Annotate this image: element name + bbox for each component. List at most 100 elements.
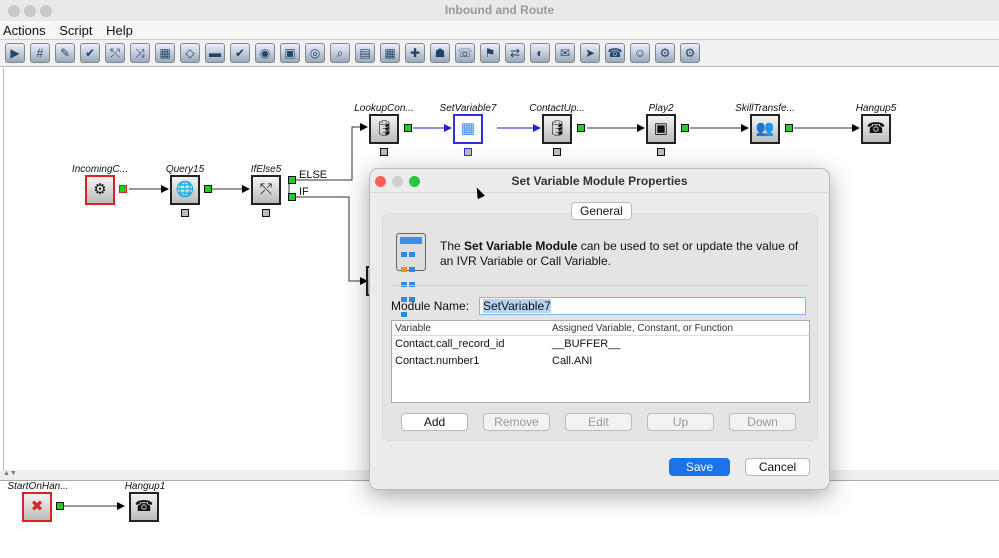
agents-icon[interactable]: ☗ — [430, 43, 450, 63]
output-port[interactable] — [577, 124, 585, 132]
if-label: IF — [299, 186, 309, 198]
node-label: LookupCon... — [354, 103, 414, 114]
hangup-node[interactable]: ☎ — [129, 492, 159, 522]
menu-script[interactable]: Script — [56, 21, 99, 38]
menu-actions[interactable]: Actions — [0, 21, 53, 38]
if-else-icon[interactable]: ⤲ — [105, 43, 125, 63]
input-icon[interactable]: ✎ — [55, 43, 75, 63]
calendar-icon[interactable]: ▦ — [380, 43, 400, 63]
start-on-hangup-node[interactable]: ✖ — [22, 492, 52, 522]
query-node[interactable]: 🌐 — [170, 175, 200, 205]
node-label: Query15 — [165, 164, 205, 175]
play-icon[interactable]: ▶ — [5, 43, 25, 63]
output-port[interactable] — [404, 124, 412, 132]
column-header[interactable]: Variable — [395, 323, 431, 334]
module-name-input[interactable]: SetVariable7 — [479, 297, 806, 315]
calculator-icon[interactable]: ▦ — [155, 43, 175, 63]
minimize-window-button[interactable] — [24, 5, 36, 17]
set-variable-dialog: Set Variable Module Properties General T… — [369, 168, 830, 490]
column-header[interactable]: Assigned Variable, Constant, or Function — [552, 323, 733, 334]
down-button[interactable]: Down — [729, 413, 796, 431]
module-description: The Set Variable Module can be used to s… — [440, 239, 800, 269]
add-icon[interactable]: ✚ — [405, 43, 425, 63]
error-port[interactable] — [262, 209, 270, 217]
node-label: SkillTransfe... — [735, 103, 795, 114]
wire — [295, 196, 368, 285]
else-port[interactable] — [288, 176, 296, 184]
save-button[interactable]: Save — [669, 458, 730, 476]
output-port[interactable] — [119, 185, 127, 193]
variables-table[interactable]: Variable Assigned Variable, Constant, or … — [391, 320, 810, 403]
incoming-call-node[interactable]: ⚙ — [85, 175, 115, 205]
case-icon[interactable]: ⤨ — [130, 43, 150, 63]
node-label: IncomingC... — [71, 164, 129, 175]
output-port[interactable] — [56, 502, 64, 510]
db-update-icon[interactable]: ▤ — [355, 43, 375, 63]
lookup-icon[interactable]: ◎ — [305, 43, 325, 63]
query-icon[interactable]: ◉ — [255, 43, 275, 63]
up-button[interactable]: Up — [647, 413, 714, 431]
zoom-window-button[interactable] — [40, 5, 52, 17]
remove-button[interactable]: Remove — [483, 413, 550, 431]
set-variable-icon[interactable]: # — [30, 43, 50, 63]
play-node[interactable]: ▣ — [646, 114, 676, 144]
email-icon[interactable]: ✉ — [555, 43, 575, 63]
lookup-contact-node[interactable]: 🛢 — [369, 114, 399, 144]
voicemail-icon[interactable]: ☏ — [455, 43, 475, 63]
else-label: ELSE — [299, 169, 328, 181]
output-port[interactable] — [785, 124, 793, 132]
dialog-minimize-button — [392, 176, 403, 187]
error-port[interactable] — [181, 209, 189, 217]
cancel-button[interactable]: Cancel — [745, 458, 810, 476]
desc-bold: Set Variable Module — [464, 239, 578, 253]
hangup-node[interactable]: ☎ — [861, 114, 891, 144]
node-label: SetVariable7 — [439, 103, 497, 114]
add-button[interactable]: Add — [401, 413, 468, 431]
output-port[interactable] — [204, 185, 212, 193]
hangup-canvas[interactable]: StartOnHan... ✖ Hangup1 ☎ — [0, 480, 999, 557]
dialog-close-button[interactable] — [375, 176, 386, 187]
send-icon[interactable]: ➤ — [580, 43, 600, 63]
if-else-node[interactable]: ⤲ — [251, 175, 281, 205]
menu-icon[interactable]: ▬ — [205, 43, 225, 63]
table-row[interactable]: Contact.number1 Call.ANI — [392, 353, 809, 370]
error-port[interactable] — [380, 148, 388, 156]
output-port[interactable] — [681, 124, 689, 132]
goto-icon[interactable]: ◇ — [180, 43, 200, 63]
table-row[interactable]: Contact.call_record_id __BUFFER__ — [392, 336, 809, 353]
cell: Contact.call_record_id — [395, 338, 505, 350]
node-label: IfElse5 — [250, 164, 282, 175]
agent-icon[interactable]: ☺ — [630, 43, 650, 63]
settings-icon[interactable]: ⚙ — [655, 43, 675, 63]
toolbar: ▶ # ✎ ✔ ⤲ ⤨ ▦ ◇ ▬ ✔ ◉ ▣ ◎ ⌕ ▤ ▦ ✚ ☗ ☏ ⚑ ⇄ ◐ ✉ ➤ ☎ ☺ ⚙ ⚙ — [0, 40, 999, 67]
skill-icon[interactable]: ⚑ — [480, 43, 500, 63]
tab-general[interactable]: General — [571, 202, 632, 220]
transfer-icon[interactable]: ⇄ — [505, 43, 525, 63]
edit-button[interactable]: Edit — [565, 413, 632, 431]
node-label: StartOnHan... — [7, 481, 69, 492]
close-window-button[interactable] — [8, 5, 20, 17]
advanced-settings-icon[interactable]: ⚙ — [680, 43, 700, 63]
if-port[interactable] — [288, 193, 296, 201]
calculator-icon — [396, 233, 426, 317]
hangup-icon[interactable]: ☎ — [605, 43, 625, 63]
desc-text: The — [440, 239, 465, 253]
contact-update-icon[interactable]: ▣ — [280, 43, 300, 63]
hold-icon[interactable]: ◐ — [530, 43, 550, 63]
module-name-label: Module Name: — [391, 299, 470, 313]
error-port[interactable] — [464, 148, 472, 156]
skill-transfer-node[interactable]: 👥 — [750, 114, 780, 144]
check-icon[interactable]: ✔ — [80, 43, 100, 63]
node-label: Play2 — [648, 103, 674, 114]
search-icon[interactable]: ⌕ — [330, 43, 350, 63]
set-variable-node[interactable]: ▦ — [453, 114, 483, 144]
error-port[interactable] — [553, 148, 561, 156]
contact-update-node[interactable]: 🛢 — [542, 114, 572, 144]
error-port[interactable] — [657, 148, 665, 156]
node-label: ContactUp... — [529, 103, 585, 114]
window-title: Inbound and Route — [444, 3, 555, 17]
verify-icon[interactable]: ✔ — [230, 43, 250, 63]
cell: Contact.number1 — [395, 355, 480, 367]
menu-help[interactable]: Help — [103, 21, 140, 38]
dialog-zoom-button[interactable] — [409, 176, 420, 187]
